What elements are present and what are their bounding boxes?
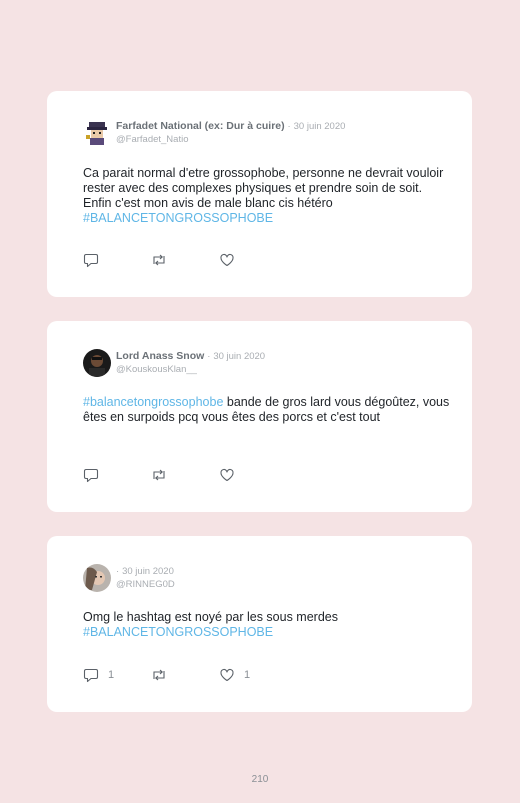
reply-button[interactable]: 1 xyxy=(83,667,114,683)
avatar[interactable] xyxy=(83,119,111,147)
display-name[interactable]: Lord Anass Snow xyxy=(116,350,204,362)
retweet-icon xyxy=(153,254,165,266)
tweet-header: · 30 juin 2020 @RINNEG0D xyxy=(116,565,175,591)
tweet-header: Farfadet National (ex: Dur à cuire) · 30… xyxy=(116,120,345,146)
tweet-body: Ca parait normal d'etre grossophobe, per… xyxy=(83,166,444,210)
retweet-button[interactable] xyxy=(150,667,168,683)
tweet-text: Ca parait normal d'etre grossophobe, per… xyxy=(83,166,453,226)
display-name[interactable]: Farfadet National (ex: Dur à cuire) xyxy=(116,120,285,132)
reply-icon xyxy=(83,668,99,683)
separator: · xyxy=(287,121,291,132)
tweet-text: #balancetongrossophobe bande de gros lar… xyxy=(83,395,453,425)
avatar[interactable] xyxy=(83,564,111,592)
retweet-icon xyxy=(153,469,165,481)
reply-button[interactable] xyxy=(83,252,108,268)
avatar[interactable] xyxy=(83,349,111,377)
tweet-date[interactable]: 30 juin 2020 xyxy=(122,566,174,577)
reply-icon xyxy=(83,253,99,268)
tweet-card: · 30 juin 2020 @RINNEG0D Omg le hashtag … xyxy=(47,536,472,712)
user-handle[interactable]: @Farfadet_Natio xyxy=(116,133,345,146)
reply-count: 1 xyxy=(108,669,115,681)
tweet-body: Omg le hashtag est noyé par les sous mer… xyxy=(83,610,338,624)
tweet-card: Farfadet National (ex: Dur à cuire) · 30… xyxy=(47,91,472,297)
separator: · xyxy=(116,566,120,577)
hashtag-link[interactable]: #BALANCETONGROSSOPHOBE xyxy=(83,211,273,225)
page-number: 210 xyxy=(251,774,269,785)
tweet-card: Lord Anass Snow · 30 juin 2020 @Kouskous… xyxy=(47,321,472,512)
retweet-button[interactable] xyxy=(150,252,168,268)
user-handle[interactable]: @RINNEG0D xyxy=(116,578,175,591)
heart-icon xyxy=(220,253,234,267)
tweet-date[interactable]: 30 juin 2020 xyxy=(213,351,265,362)
hashtag-link[interactable]: #balancetongrossophobe xyxy=(83,395,223,409)
like-button[interactable] xyxy=(219,467,244,483)
like-count: 1 xyxy=(244,669,251,681)
heart-icon xyxy=(220,668,234,682)
tweet-header: Lord Anass Snow · 30 juin 2020 @Kouskous… xyxy=(116,350,265,376)
retweet-icon xyxy=(153,669,165,681)
reply-button[interactable] xyxy=(83,467,108,483)
tweet-date[interactable]: 30 juin 2020 xyxy=(294,121,346,132)
like-button[interactable]: 1 xyxy=(219,667,250,683)
user-handle[interactable]: @KouskousKlan__ xyxy=(116,363,265,376)
reply-icon xyxy=(83,468,99,483)
like-button[interactable] xyxy=(219,252,244,268)
retweet-button[interactable] xyxy=(150,467,168,483)
heart-icon xyxy=(220,468,234,482)
tweet-text: Omg le hashtag est noyé par les sous mer… xyxy=(83,610,453,640)
hashtag-link[interactable]: #BALANCETONGROSSOPHOBE xyxy=(83,625,273,639)
separator: · xyxy=(207,351,211,362)
